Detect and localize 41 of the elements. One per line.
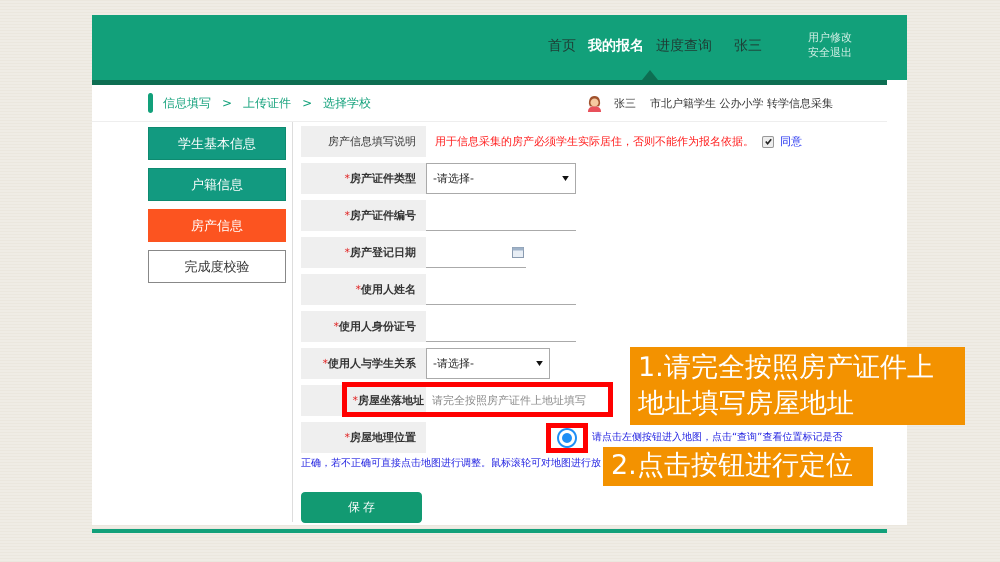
avatar-icon [587,94,602,112]
header-link[interactable]: 用户修改 [808,30,852,45]
field-label: *房屋地理位置 [301,422,426,453]
sidebar-item[interactable]: 完成度校验 [148,250,286,283]
breadcrumb-link[interactable]: 选择学校 [323,94,372,112]
sidebar-item[interactable]: 户籍信息 [148,168,286,201]
nav-link[interactable]: 我的报名 [588,33,644,59]
breadcrumb-link[interactable]: 信息填写 [163,94,211,112]
breadcrumb-link[interactable]: 上传证件 [243,94,292,112]
field-label: *房产登记日期 [301,237,426,268]
notice-text: 用于信息采集的房产必须学生实际居住，否则不能作为报名依据。 [435,135,754,148]
locate-button[interactable] [559,430,575,446]
breadcrumb-separator: > [222,96,232,110]
sidebar-item[interactable]: 房产信息 [148,209,286,242]
select-field[interactable]: -请选择- [426,348,550,379]
profile-name: 张三 [614,96,636,110]
field-label: *房产证件编号 [301,200,426,231]
save-button[interactable]: 保 存 [301,492,422,523]
agree-checkbox[interactable] [762,136,774,148]
field-label: *使用人与学生关系 [301,348,426,379]
accent-bar [148,93,153,113]
calendar-icon [512,246,524,258]
header-link[interactable]: 安全退出 [808,45,852,60]
user-name: 张三 [734,37,762,56]
nav-link[interactable]: 进度查询 [656,33,712,59]
caret-icon [562,176,569,181]
callout-banner: 2.点击按钮进行定位 [603,447,873,486]
field-label: *使用人身份证号 [301,311,426,342]
profile-description: 市北户籍学生 公办小学 转学信息采集 [650,96,833,110]
nav-link[interactable]: 首页 [548,33,576,59]
help-text: 正确，若不正确可直接点击地图进行调整。鼠标滚轮可对地图进行放 [301,456,601,471]
field-label: *使用人姓名 [301,274,426,305]
sidebar-item[interactable]: 学生基本信息 [148,127,286,160]
help-text: 请点击左侧按钮进入地图，点击“查询”查看位置标记是否 [592,432,842,443]
agree-label: 同意 [780,135,802,148]
callout-banner: 1.请完全按照房产证件上地址填写房屋地址 [630,347,965,425]
breadcrumb-separator: > [302,96,312,110]
caret-icon [536,361,543,366]
field-label: 房产信息填写说明 [301,126,426,157]
field-label: *房产证件类型 [301,163,426,194]
select-field[interactable]: -请选择- [426,163,576,194]
